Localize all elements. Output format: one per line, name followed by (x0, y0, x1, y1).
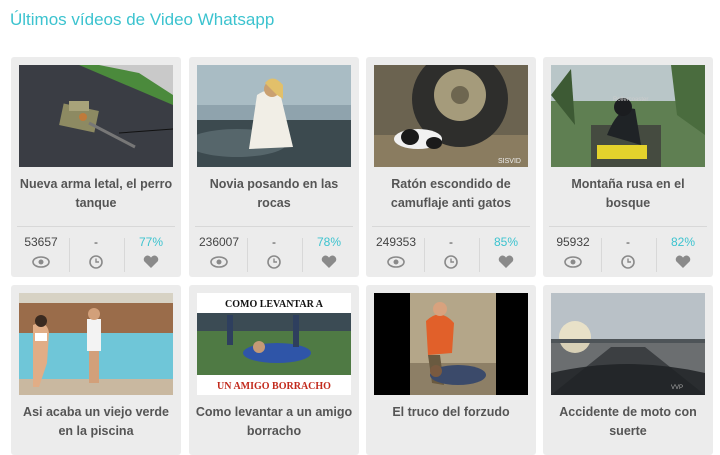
view-count: 236007 (198, 235, 240, 249)
clock-icon (621, 255, 635, 269)
rating-stat: 78% (301, 232, 357, 278)
video-card[interactable]: Asi acaba un viejo verde en la piscina (11, 285, 181, 455)
thumb-caption-top: COMO LEVANTAR A (225, 299, 324, 310)
eye-icon (210, 256, 228, 268)
video-card[interactable]: SISVID Ratón escondido de camuflaje anti… (366, 57, 536, 277)
views-stat: 53657 (13, 232, 69, 278)
rating: 77% (138, 235, 164, 249)
video-thumbnail[interactable]: COMO LEVANTAR A UN AMIGO BORRACHO (197, 293, 351, 395)
clock-icon (444, 255, 458, 269)
heart-icon[interactable] (320, 255, 338, 269)
heart-icon[interactable] (674, 255, 692, 269)
view-count: 249353 (375, 235, 417, 249)
time-stat: - (423, 232, 479, 278)
divider (549, 226, 707, 227)
view-count: 53657 (24, 235, 58, 249)
video-thumbnail[interactable]: Rollercoaster (551, 65, 705, 167)
rating-stat: 85% (478, 232, 534, 278)
video-card[interactable]: El truco del forzudo (366, 285, 536, 455)
clock-icon (267, 255, 281, 269)
video-title[interactable]: Nueva arma letal, el perro tanque (17, 175, 175, 213)
duration: - (94, 235, 98, 249)
clock-icon (89, 255, 103, 269)
rating-stat: 82% (655, 232, 711, 278)
view-count: 95932 (556, 235, 590, 249)
thumb-caption-bottom: UN AMIGO BORRACHO (217, 381, 331, 392)
divider (372, 226, 530, 227)
divider (195, 226, 353, 227)
video-title[interactable]: Ratón escondido de camuflaje anti gatos (372, 175, 530, 213)
svg-text:SISVID: SISVID (498, 158, 521, 165)
time-stat: - (246, 232, 302, 278)
views-stat: 95932 (545, 232, 601, 278)
views-stat: 249353 (368, 232, 424, 278)
video-title[interactable]: Accidente de moto con suerte (549, 403, 707, 441)
duration: - (449, 235, 453, 249)
video-title[interactable]: Como levantar a un amigo borracho (195, 403, 353, 441)
video-card[interactable]: COMO LEVANTAR A UN AMIGO BORRACHO Como l… (189, 285, 359, 455)
duration: - (626, 235, 630, 249)
video-card[interactable]: Nueva arma letal, el perro tanque 53657 … (11, 57, 181, 277)
eye-icon (387, 256, 405, 268)
page-title: Últimos vídeos de Video Whatsapp (10, 10, 275, 29)
rating: 78% (316, 235, 342, 249)
video-thumbnail[interactable] (374, 293, 528, 395)
video-thumbnail[interactable]: SISVID (374, 65, 528, 167)
video-card[interactable]: Novia posando en las rocas 236007 - 78% (189, 57, 359, 277)
video-card[interactable]: VVP Accidente de moto con suerte (543, 285, 713, 455)
svg-text:Rollercoaster: Rollercoaster (613, 97, 648, 103)
rating: 85% (493, 235, 519, 249)
rating: 82% (670, 235, 696, 249)
time-stat: - (68, 232, 124, 278)
video-title[interactable]: Montaña rusa en el bosque (549, 175, 707, 213)
video-title[interactable]: Novia posando en las rocas (195, 175, 353, 213)
video-thumbnail[interactable]: VVP (551, 293, 705, 395)
heart-icon[interactable] (497, 255, 515, 269)
heart-icon[interactable] (142, 255, 160, 269)
eye-icon (32, 256, 50, 268)
rating-stat: 77% (123, 232, 179, 278)
time-stat: - (600, 232, 656, 278)
svg-text:VVP: VVP (671, 385, 683, 391)
video-card[interactable]: Rollercoaster Montaña rusa en el bosque … (543, 57, 713, 277)
video-thumbnail[interactable] (19, 293, 173, 395)
duration: - (272, 235, 276, 249)
video-thumbnail[interactable] (197, 65, 351, 167)
divider (17, 226, 175, 227)
eye-icon (564, 256, 582, 268)
video-title[interactable]: Asi acaba un viejo verde en la piscina (17, 403, 175, 441)
video-thumbnail[interactable] (19, 65, 173, 167)
video-title[interactable]: El truco del forzudo (372, 403, 530, 422)
views-stat: 236007 (191, 232, 247, 278)
